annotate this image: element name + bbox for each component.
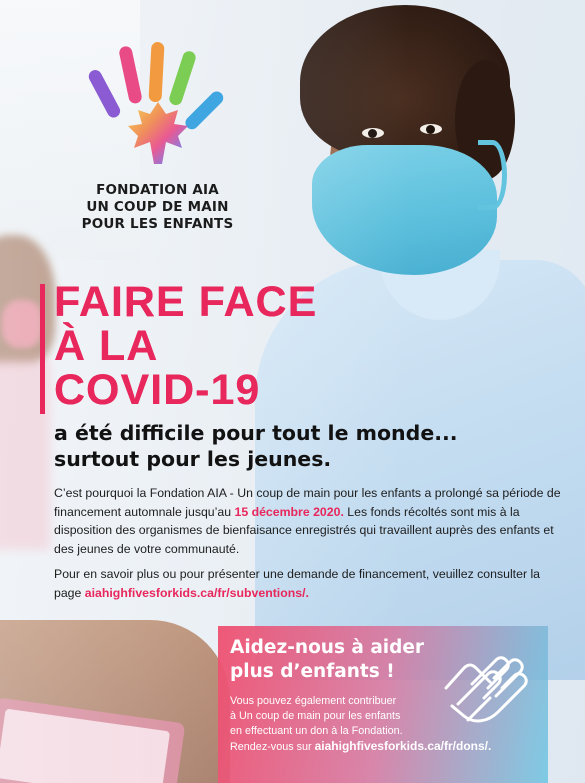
deadline-date: 15 décembre 2020. [234, 504, 344, 519]
donate-panel-text-line4: Rendez-vous sur aiahighfivesforkids.ca/f… [230, 739, 550, 755]
foundation-name: FONDATION AIA UN COUP DE MAIN POUR LES E… [70, 182, 245, 233]
subheadline-line1: a été difficile pour tout le monde... [54, 421, 458, 445]
foundation-name-line3: POUR LES ENFANTS [81, 216, 234, 232]
donate-panel-title-line2: plus d’enfants ! [230, 661, 395, 682]
body-copy: C’est pourquoi la Fondation AIA - Un cou… [54, 484, 569, 609]
subheadline-line2: surtout pour les jeunes. [54, 447, 332, 471]
grants-link[interactable]: aiahighfivesforkids.ca/fr/subventions/. [85, 586, 309, 600]
headline-line3: COVID-19 [54, 366, 261, 414]
body-paragraph-2: Pour en savoir plus ou pour présenter un… [54, 565, 569, 602]
headline-accent-bar [40, 284, 45, 414]
donate-panel: Aidez-nous à aider plus d’enfants ! Vous… [218, 626, 548, 783]
donate-panel-text-prefix: Rendez-vous sur [230, 741, 315, 753]
foundation-name-line2: UN COUP DE MAIN [86, 199, 229, 215]
donate-link[interactable]: aiahighfivesforkids.ca/fr/dons/. [315, 739, 492, 753]
headline-line2: À LA [54, 322, 159, 370]
headline-line1: FAIRE FACE [54, 278, 318, 326]
donate-panel-title-line1: Aidez-nous à aider [230, 637, 425, 658]
headline: FAIRE FACE À LA COVID-19 [54, 280, 317, 412]
subheadline: a été difficile pour tout le monde... su… [54, 420, 534, 472]
handshake-icon [444, 656, 528, 723]
rainbow-hand-maple-leaf-icon [88, 42, 224, 164]
body-paragraph-1: C’est pourquoi la Fondation AIA - Un cou… [54, 484, 569, 558]
donate-panel-title: Aidez-nous à aider plus d’enfants ! [230, 636, 440, 684]
poster: FONDATION AIA UN COUP DE MAIN POUR LES E… [0, 0, 585, 783]
foundation-name-line1: FONDATION AIA [96, 182, 219, 198]
foundation-logo: FONDATION AIA UN COUP DE MAIN POUR LES E… [70, 40, 245, 240]
